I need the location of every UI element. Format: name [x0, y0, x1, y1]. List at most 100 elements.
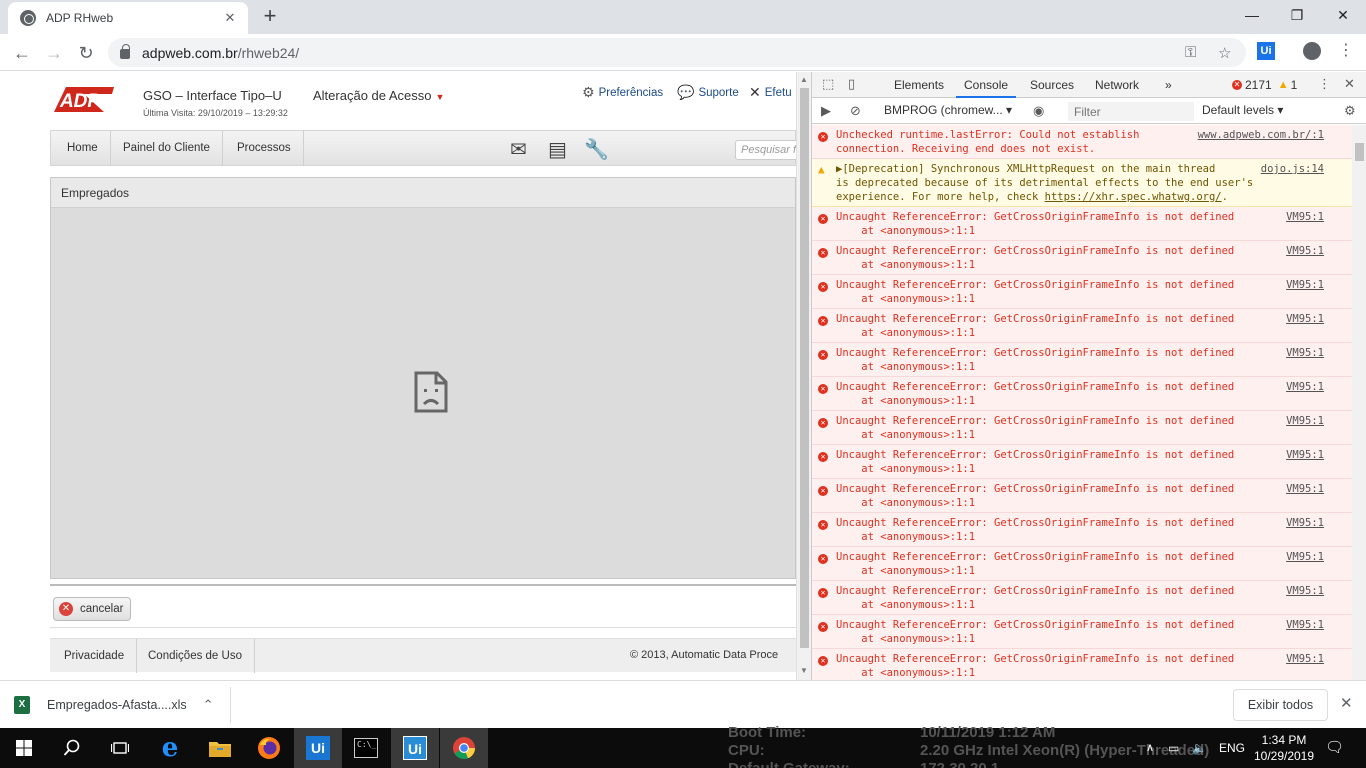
chevron-up-icon[interactable]: ⌃: [203, 697, 214, 713]
console-error[interactable]: ✕ Uncaught ReferenceError: GetCrossOrigin…: [812, 377, 1352, 411]
scroll-down-icon[interactable]: ▼: [800, 666, 808, 675]
console-error[interactable]: ✕ Uncaught ReferenceError: GetCrossOrigin…: [812, 513, 1352, 547]
tab-elements[interactable]: Elements: [886, 72, 952, 98]
logout-link[interactable]: ✕ Efetu: [749, 84, 792, 101]
volume-muted-icon[interactable]: 🔈: [1192, 728, 1207, 768]
console-error[interactable]: ✕ Uncaught ReferenceError: GetCrossOrigin…: [812, 581, 1352, 615]
browser-tab[interactable]: ADP RHweb ✕: [8, 2, 248, 34]
message-source-link[interactable]: VM95:1: [1286, 550, 1324, 564]
back-arrow-icon[interactable]: ←: [9, 40, 35, 66]
page-scrollbar[interactable]: ▲ ▼: [796, 72, 811, 680]
console-warning[interactable]: ▲ ▶[Deprecation] Synchronous XMLHttpReque…: [812, 159, 1352, 207]
uipath-icon[interactable]: Ui: [294, 728, 342, 768]
profile-avatar-icon[interactable]: [1303, 42, 1321, 60]
tab-sources[interactable]: Sources: [1022, 72, 1082, 98]
console-error[interactable]: ✕ Uncaught ReferenceError: GetCrossOrigin…: [812, 207, 1352, 241]
new-tab-button[interactable]: +: [258, 4, 282, 28]
message-source-link[interactable]: VM95:1: [1286, 584, 1324, 598]
console-error[interactable]: ✕ Uncaught ReferenceError: GetCrossOrigin…: [812, 241, 1352, 275]
chrome-icon[interactable]: [440, 728, 488, 768]
support-link[interactable]: 💬 Suporte: [677, 84, 739, 101]
tab-close-icon[interactable]: ✕: [222, 10, 238, 26]
forward-arrow-icon[interactable]: →: [41, 40, 67, 66]
console-error[interactable]: ✕ Uncaught ReferenceError: GetCrossOrigin…: [812, 445, 1352, 479]
internet-explorer-icon[interactable]: e: [146, 728, 194, 768]
clear-console-icon[interactable]: ⊘: [850, 103, 861, 119]
terms-link[interactable]: Condições de Uso: [136, 639, 255, 673]
browser-menu-icon[interactable]: ⋮: [1338, 40, 1354, 60]
menu-item-home[interactable]: Home: [55, 131, 111, 165]
console-error[interactable]: ✕ Unchecked runtime.lastError: Could not …: [812, 125, 1352, 159]
message-source-link[interactable]: VM95:1: [1286, 482, 1324, 496]
firefox-icon[interactable]: [245, 728, 293, 768]
search-functional-input[interactable]: Pesquisar funcional: [735, 140, 796, 160]
tray-chevron-up-icon[interactable]: ∧: [1146, 728, 1154, 768]
devtools-close-icon[interactable]: ✕: [1344, 76, 1355, 92]
privacy-link[interactable]: Privacidade: [52, 639, 138, 673]
cancel-button[interactable]: ✕ cancelar: [53, 597, 131, 621]
download-item[interactable]: X Empregados-Afasta....xls ⌃: [14, 691, 214, 719]
console-error[interactable]: ✕ Uncaught ReferenceError: GetCrossOrigin…: [812, 547, 1352, 581]
taskbar-clock[interactable]: 1:34 PM 10/29/2019: [1252, 732, 1316, 764]
inspect-element-icon[interactable]: ⬚: [822, 76, 834, 92]
help-link[interactable]: https://xhr.spec.whatwg.org/: [1045, 191, 1222, 203]
sidebar-toggle-icon[interactable]: ▶: [821, 103, 831, 119]
device-toolbar-icon[interactable]: ▯: [848, 76, 855, 92]
message-source-link[interactable]: VM95:1: [1286, 516, 1324, 530]
message-source-link[interactable]: VM95:1: [1286, 278, 1324, 292]
scroll-up-icon[interactable]: ▲: [800, 75, 808, 84]
lock-icon[interactable]: [120, 44, 130, 59]
console-settings-icon[interactable]: ⚙: [1344, 103, 1356, 119]
menu-item-processos[interactable]: Processos: [225, 131, 304, 165]
message-source-link[interactable]: VM95:1: [1286, 414, 1324, 428]
message-source-link[interactable]: www.adpweb.com.br/:1: [1198, 128, 1324, 142]
tab-console[interactable]: Console: [956, 72, 1017, 98]
page-scroll-thumb[interactable]: [800, 88, 809, 648]
console-scrollbar[interactable]: [1352, 125, 1366, 680]
mail-icon[interactable]: ✉: [510, 137, 527, 162]
message-source-link[interactable]: VM95:1: [1286, 244, 1324, 258]
console-error[interactable]: ✕ Uncaught ReferenceError: GetCrossOrigin…: [812, 343, 1352, 377]
more-tabs-button[interactable]: »: [1157, 72, 1180, 98]
menu-item-painel-cliente[interactable]: Painel do Cliente: [111, 131, 223, 165]
start-icon[interactable]: [0, 728, 48, 768]
reload-icon[interactable]: ↻: [73, 40, 99, 66]
preferences-link[interactable]: ⚙ Preferências: [582, 84, 663, 101]
message-source-link[interactable]: VM95:1: [1286, 210, 1324, 224]
console-filter-input[interactable]: [1068, 102, 1194, 121]
console-error[interactable]: ✕ Uncaught ReferenceError: GetCrossOrigin…: [812, 479, 1352, 513]
context-selector[interactable]: BMPROG (chromew... ▾: [884, 103, 1012, 117]
console-scroll-thumb[interactable]: [1355, 143, 1364, 161]
message-source-link[interactable]: dojo.js:14: [1261, 162, 1324, 176]
console-error[interactable]: ✕ Uncaught ReferenceError: GetCrossOrigin…: [812, 649, 1352, 680]
devtools-menu-icon[interactable]: ⋮: [1318, 76, 1331, 92]
id-card-icon[interactable]: ▤: [548, 137, 567, 162]
network-icon[interactable]: ▭: [1168, 728, 1179, 768]
message-source-link[interactable]: VM95:1: [1286, 448, 1324, 462]
search-icon[interactable]: [48, 728, 96, 768]
console-error[interactable]: ✕ Uncaught ReferenceError: GetCrossOrigin…: [812, 411, 1352, 445]
file-explorer-icon[interactable]: [196, 728, 244, 768]
adp-logo[interactable]: ADP: [50, 84, 118, 116]
message-source-link[interactable]: VM95:1: [1286, 652, 1324, 666]
message-source-link[interactable]: VM95:1: [1286, 618, 1324, 632]
language-indicator[interactable]: ENG: [1219, 728, 1245, 768]
command-prompt-icon[interactable]: C:\_: [342, 728, 390, 768]
key-icon[interactable]: ⚿: [1185, 44, 1196, 61]
eye-icon[interactable]: ◉: [1033, 103, 1044, 119]
maximize-button[interactable]: ❐: [1274, 0, 1320, 30]
bookmark-star-icon[interactable]: ☆: [1218, 44, 1231, 62]
console-error[interactable]: ✕ Uncaught ReferenceError: GetCrossOrigin…: [812, 615, 1352, 649]
message-source-link[interactable]: VM95:1: [1286, 380, 1324, 394]
uipath-studio-icon[interactable]: Ui: [391, 728, 439, 768]
message-source-link[interactable]: VM95:1: [1286, 346, 1324, 360]
close-download-bar-icon[interactable]: ✕: [1340, 694, 1353, 712]
notifications-icon[interactable]: 🗨: [1325, 728, 1344, 768]
close-window-button[interactable]: ✕: [1320, 0, 1366, 30]
wrench-icon[interactable]: 🔧: [584, 137, 609, 162]
address-bar[interactable]: adpweb.com.br/rhweb24/ ⚿ ☆: [108, 38, 1246, 67]
minimize-button[interactable]: —: [1229, 0, 1275, 30]
log-levels-dropdown[interactable]: Default levels ▾: [1202, 103, 1283, 117]
show-all-downloads-button[interactable]: Exibir todos: [1233, 689, 1328, 721]
message-source-link[interactable]: VM95:1: [1286, 312, 1324, 326]
